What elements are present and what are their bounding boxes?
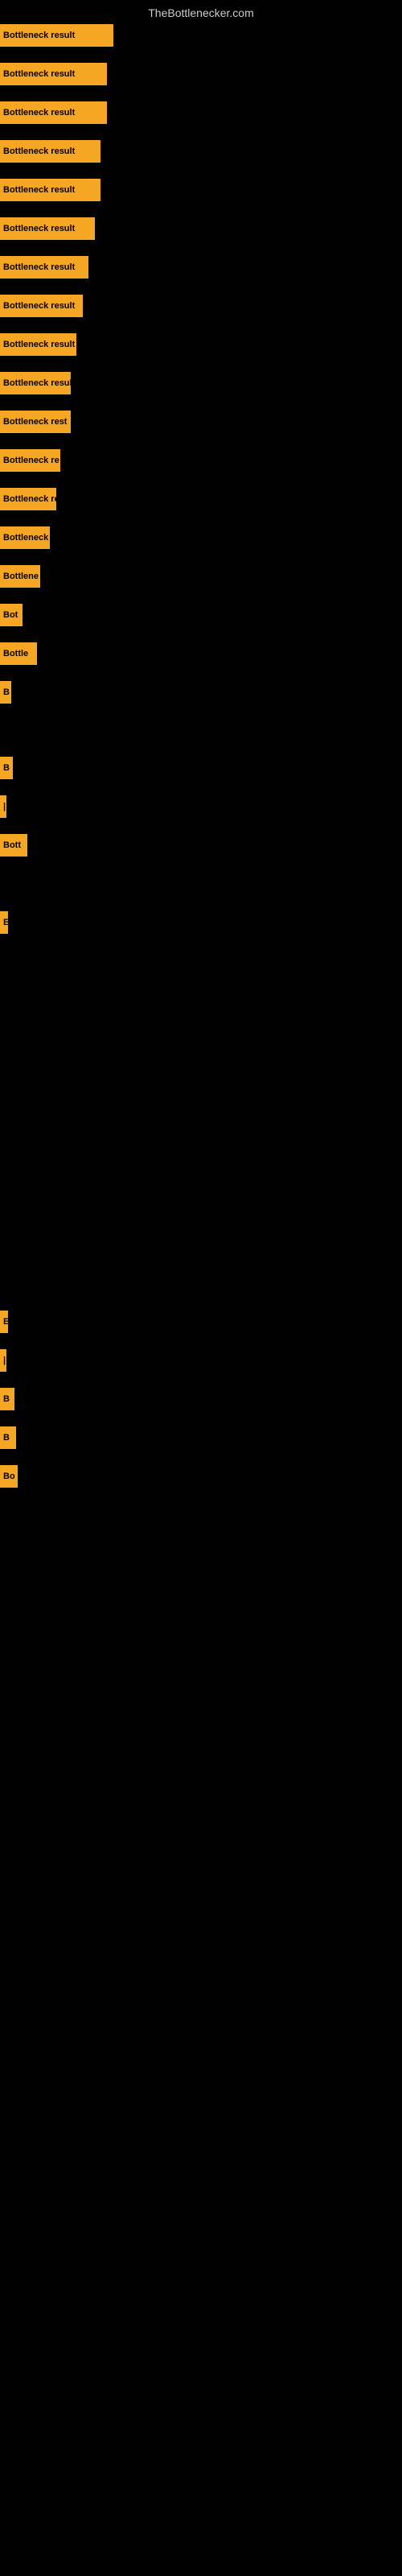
bottleneck-bar-25: B <box>0 1388 14 1410</box>
bottleneck-bar-label-8: Bottleneck result <box>3 301 75 311</box>
bottleneck-bar-3: Bottleneck result <box>0 101 107 124</box>
bottleneck-bar-10: Bottleneck result <box>0 372 71 394</box>
bottleneck-bar-label-9: Bottleneck result <box>3 340 75 349</box>
bottleneck-bar-label-15: Bottlene <box>3 572 39 581</box>
bottleneck-bar-label-21: Bott <box>3 840 21 850</box>
bottleneck-bar-label-13: Bottleneck re <box>3 494 56 504</box>
bottleneck-bar-label-6: Bottleneck result <box>3 224 75 233</box>
bottleneck-bar-8: Bottleneck result <box>0 295 83 317</box>
bottleneck-bar-19: B <box>0 757 13 779</box>
bottleneck-bar-11: Bottleneck rest <box>0 411 71 433</box>
bottleneck-bar-label-22: E <box>3 918 8 927</box>
bottleneck-bar-1: Bottleneck result <box>0 24 113 47</box>
bottleneck-bar-label-23: E <box>3 1317 8 1327</box>
bottleneck-bar-17: Bottle <box>0 642 37 665</box>
bottleneck-bar-15: Bottlene <box>0 565 40 588</box>
site-title: TheBottlenecker.com <box>0 0 402 26</box>
bottleneck-bar-6: Bottleneck result <box>0 217 95 240</box>
bottleneck-bar-label-5: Bottleneck result <box>3 185 75 195</box>
bottleneck-bar-4: Bottleneck result <box>0 140 100 163</box>
bottleneck-bar-label-1: Bottleneck result <box>3 31 75 40</box>
bottleneck-bar-label-19: B <box>3 763 10 773</box>
bottleneck-bar-21: Bott <box>0 834 27 857</box>
bottleneck-bar-22: E <box>0 911 8 934</box>
bottleneck-bar-label-18: B <box>3 687 10 697</box>
bottleneck-bar-27: Bo <box>0 1465 18 1488</box>
bottleneck-bar-24: | <box>0 1349 6 1372</box>
bottleneck-bar-13: Bottleneck re <box>0 488 56 510</box>
bottleneck-bar-label-24: | <box>3 1356 6 1365</box>
bottleneck-bar-label-10: Bottleneck result <box>3 378 71 388</box>
bottleneck-bar-label-20: | <box>3 802 6 811</box>
bottleneck-bar-label-7: Bottleneck result <box>3 262 75 272</box>
bottleneck-bar-label-26: B <box>3 1433 10 1443</box>
bottleneck-bar-label-27: Bo <box>3 1472 15 1481</box>
bottleneck-bar-12: Bottleneck re <box>0 449 60 472</box>
bottleneck-bar-18: B <box>0 681 11 704</box>
bottleneck-bar-7: Bottleneck result <box>0 256 88 279</box>
bottleneck-bar-26: B <box>0 1426 16 1449</box>
bottleneck-bar-16: Bot <box>0 604 23 626</box>
bottleneck-bar-9: Bottleneck result <box>0 333 76 356</box>
bottleneck-bar-label-4: Bottleneck result <box>3 147 75 156</box>
bottleneck-bar-2: Bottleneck result <box>0 63 107 85</box>
bottleneck-bar-label-12: Bottleneck re <box>3 456 59 465</box>
bottleneck-bar-label-3: Bottleneck result <box>3 108 75 118</box>
bottleneck-bar-label-14: Bottleneck r <box>3 533 50 543</box>
bottleneck-bar-5: Bottleneck result <box>0 179 100 201</box>
bottleneck-bar-label-16: Bot <box>3 610 18 620</box>
bottleneck-bar-14: Bottleneck r <box>0 526 50 549</box>
bottleneck-bar-label-17: Bottle <box>3 649 28 658</box>
bottleneck-bar-label-2: Bottleneck result <box>3 69 75 79</box>
bottleneck-bar-label-11: Bottleneck rest <box>3 417 67 427</box>
bottleneck-bar-20: | <box>0 795 6 818</box>
bottleneck-bar-label-25: B <box>3 1394 10 1404</box>
bottleneck-bar-23: E <box>0 1311 8 1333</box>
